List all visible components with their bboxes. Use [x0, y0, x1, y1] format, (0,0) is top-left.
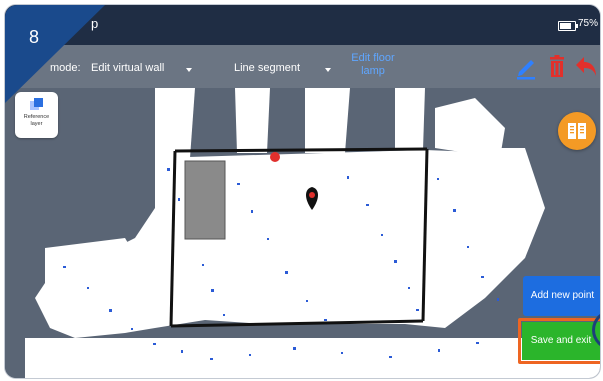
app-frame: p 75% mode: Edit virtual wall Line segme…	[4, 4, 601, 379]
occupancy-map[interactable]	[5, 88, 600, 378]
add-new-point-button[interactable]: Add new point	[523, 276, 600, 316]
edit-floor-line1: Edit floor	[351, 52, 395, 64]
battery-icon	[558, 21, 578, 31]
tool-select[interactable]: Line segment	[234, 62, 300, 74]
step-number: 8	[29, 27, 40, 47]
reference-layer-button[interactable]: Reference layer	[15, 92, 58, 138]
save-and-exit-button[interactable]: Save and exit	[522, 322, 600, 360]
mode-select[interactable]: Edit virtual wall	[91, 62, 164, 74]
battery-percent: 75%	[578, 18, 599, 29]
book-icon	[568, 123, 586, 139]
mode-label: mode:	[50, 62, 81, 74]
map-marker-small	[270, 152, 280, 162]
pencil-icon[interactable]	[514, 54, 538, 80]
no-go-zone	[184, 160, 226, 240]
edit-floor-line2: lamp	[361, 65, 385, 77]
scanned-free-space	[25, 88, 600, 378]
layers-icon	[30, 98, 43, 110]
reference-layer-label: Reference layer	[23, 114, 50, 127]
floor-list-button[interactable]	[558, 112, 596, 150]
trash-icon[interactable]	[547, 54, 567, 80]
app-title: p	[91, 16, 99, 31]
map-canvas[interactable]	[5, 88, 600, 378]
edit-toolbar: mode: Edit virtual wall Line segment	[5, 45, 600, 88]
edit-floor-lamp-link[interactable]: Edit floor lamp	[343, 52, 403, 78]
chevron-down-icon[interactable]	[186, 68, 192, 72]
chevron-down-icon[interactable]	[325, 68, 331, 72]
undo-icon[interactable]	[574, 54, 600, 80]
